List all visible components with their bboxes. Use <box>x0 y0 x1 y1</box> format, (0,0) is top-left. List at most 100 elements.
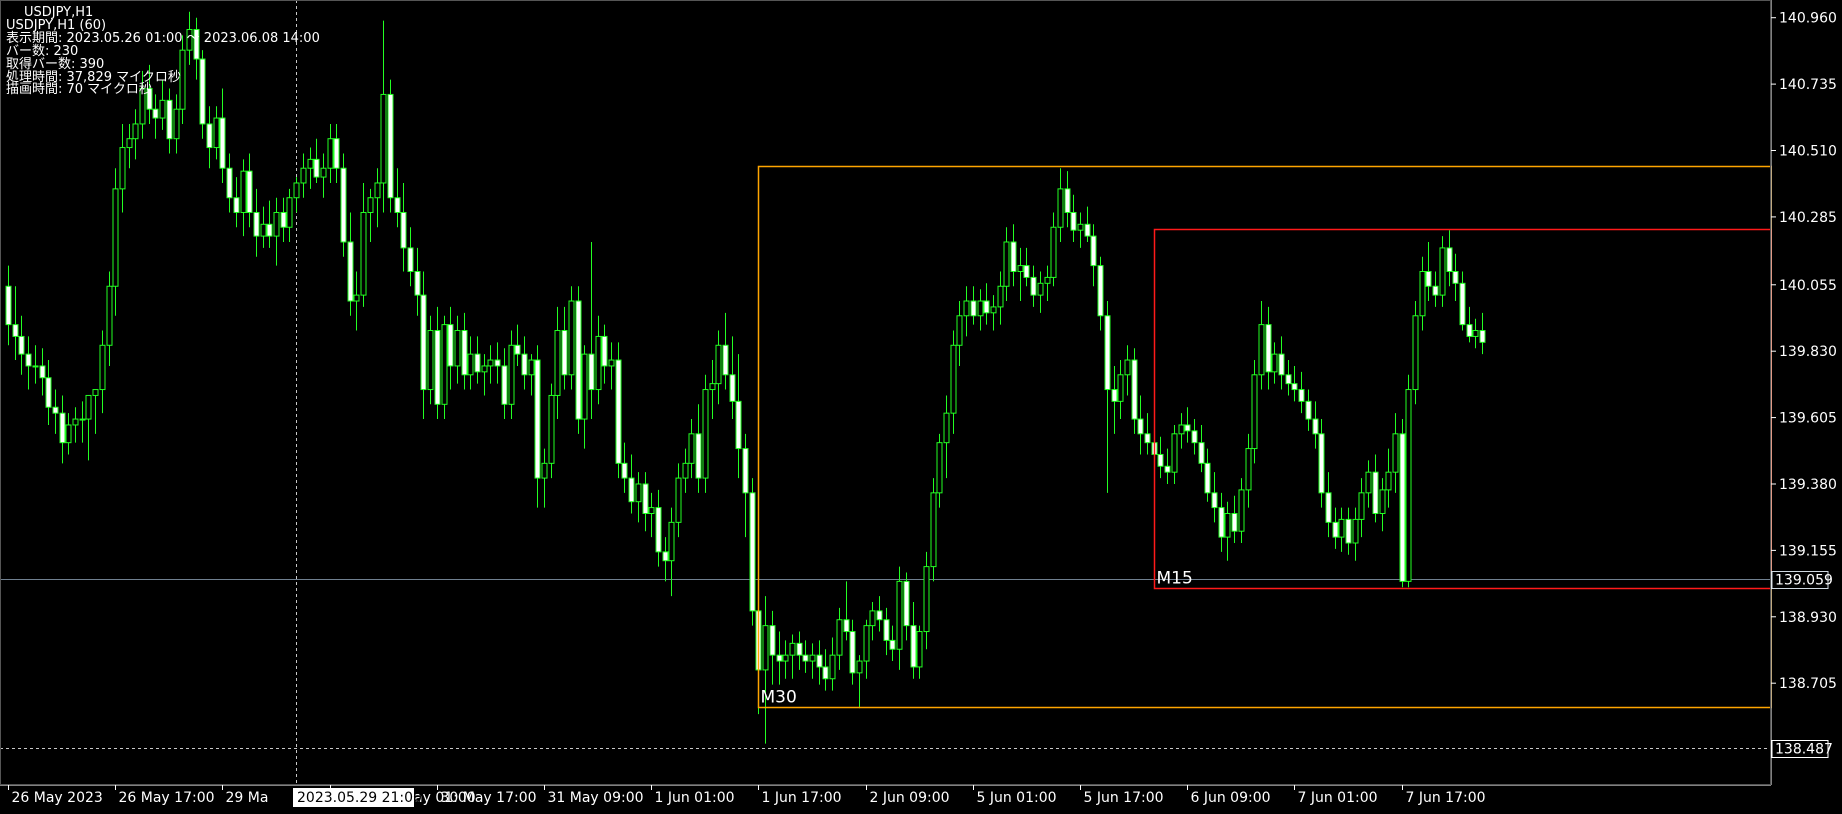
chart-background <box>0 0 1842 810</box>
candle-body-down <box>1104 315 1111 391</box>
candle-body-up <box>79 418 86 421</box>
candle-body-down <box>1184 424 1191 432</box>
chart-window[interactable]: M30 M15 140.960 140.735 140.510 140.285 140.0… <box>0 0 1842 810</box>
candle-body-up <box>380 93 387 184</box>
candle-body-down <box>45 377 52 408</box>
candle-body-down <box>1137 418 1144 435</box>
candle-body-up <box>441 324 448 405</box>
candle-body-up <box>1251 374 1258 450</box>
candle-body-down <box>1198 442 1205 464</box>
candle-body-up <box>92 389 99 396</box>
candle-body-down <box>253 211 260 237</box>
candle-body-down <box>1325 492 1332 523</box>
candle-body-down <box>1064 188 1071 213</box>
candle-body-up <box>1238 489 1245 532</box>
candle-body-up <box>554 330 561 396</box>
candle-body-down <box>1425 271 1432 287</box>
candle-body-down <box>601 335 608 367</box>
candle-body-up <box>508 344 515 405</box>
candle-body-up <box>789 642 796 656</box>
candle-body-up <box>1077 223 1084 231</box>
candle-body-up <box>675 477 682 523</box>
candle-body-down <box>970 300 977 317</box>
candle-body-up <box>1385 471 1392 491</box>
candle-body-down <box>206 123 213 149</box>
candle-body-up <box>648 507 655 514</box>
price-tick-label: 138.930 <box>1779 610 1837 626</box>
time-tick-label: 7 Jun 17:00 <box>1406 790 1486 806</box>
time-tick-label: 31 May 09:00 <box>548 790 644 806</box>
candle-body-down <box>983 300 990 314</box>
candle-body-up <box>1379 489 1386 514</box>
candle-body-up <box>963 300 970 317</box>
candle-body-up <box>943 412 950 444</box>
candle-body-down <box>1084 223 1091 237</box>
time-tick-label: 1 Jun 17:00 <box>762 790 842 806</box>
time-tick-label: 5 Jun 17:00 <box>1084 790 1164 806</box>
candle-body-down <box>729 374 736 402</box>
candle-body-down <box>816 654 823 668</box>
candle-body-down <box>1218 507 1225 538</box>
candle-body-down <box>333 138 340 169</box>
candle-body-up <box>836 619 843 656</box>
price-tick-label: 140.960 <box>1779 11 1837 27</box>
candle-body-up <box>119 147 126 190</box>
candle-body-down <box>1446 247 1453 273</box>
candle-body-down <box>588 353 595 391</box>
candle-body-down <box>655 507 662 553</box>
candle-body-up <box>1338 518 1345 538</box>
candle-body-down <box>514 344 521 355</box>
candle-body-down <box>1111 389 1118 402</box>
time-tick-label: 30 May 17:00 <box>441 790 537 806</box>
candle-body-up <box>307 158 314 169</box>
candle-body-down <box>219 117 226 169</box>
candle-body-up <box>106 285 113 346</box>
candle-body-up <box>608 359 615 367</box>
candle-body-down <box>5 285 12 326</box>
candle-body-down <box>642 483 649 514</box>
candle-body-up <box>1405 389 1412 582</box>
candle-body-down <box>521 353 528 376</box>
candle-body-up <box>454 330 461 367</box>
time-tick-label: 26 May 2023 <box>12 790 103 806</box>
candle-body-up <box>635 483 642 503</box>
candle-body-up <box>467 353 474 376</box>
candle-body-up <box>1017 265 1024 273</box>
candle-body-up <box>126 138 133 149</box>
candle-body-up <box>72 418 79 426</box>
candle-body-down <box>447 324 454 367</box>
candle-body-down <box>1298 389 1305 402</box>
candle-body-up <box>702 389 709 479</box>
candle-body-down <box>822 666 829 680</box>
candle-body-up <box>487 359 494 367</box>
candlestick-chart[interactable]: M30 M15 140.960 140.735 140.510 140.285 140.0… <box>0 0 1842 810</box>
time-tick-label: 6 Jun 09:00 <box>1191 790 1271 806</box>
candle-body-down <box>1191 430 1198 444</box>
candle-body-up <box>709 383 716 391</box>
candle-body-up <box>595 335 602 391</box>
candle-body-down <box>1231 512 1238 532</box>
candle-body-down <box>1164 465 1171 473</box>
candle-body-down <box>313 158 320 178</box>
candle-body-down <box>534 359 541 479</box>
candle-body-down <box>1285 374 1292 385</box>
candle-body-up <box>668 521 675 562</box>
candle-body-down <box>742 448 749 494</box>
candle-body-up <box>997 285 1004 308</box>
candle-body-down <box>1144 433 1151 444</box>
candle-body-up <box>863 625 870 662</box>
candle-body-up <box>950 344 957 414</box>
candle-body-down <box>461 330 468 376</box>
candle-body-down <box>883 619 890 641</box>
candle-body-down <box>662 551 669 562</box>
candle-body-up <box>1171 433 1178 473</box>
candle-body-up <box>112 188 119 287</box>
candle-body-up <box>923 566 930 633</box>
candle-body-up <box>1412 315 1419 391</box>
candle-body-down <box>1479 330 1486 343</box>
candle-body-down <box>1090 235 1097 267</box>
candle-body-up <box>715 344 722 385</box>
candle-body-down <box>802 654 809 662</box>
time-tick-label: 2 Jun 09:00 <box>870 790 950 806</box>
candle-body-up <box>936 442 943 494</box>
